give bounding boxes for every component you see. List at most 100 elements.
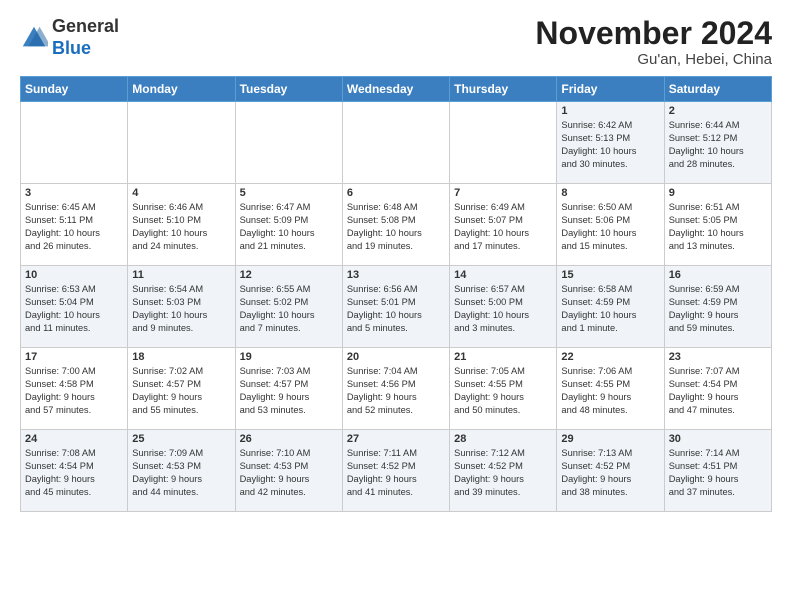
day-number: 6	[347, 187, 445, 199]
day-number: 9	[669, 187, 767, 199]
day-number: 14	[454, 269, 552, 281]
logo-general: General	[52, 16, 119, 36]
table-row: 30Sunrise: 7:14 AM Sunset: 4:51 PM Dayli…	[664, 430, 771, 512]
table-row	[342, 102, 449, 184]
day-number: 13	[347, 269, 445, 281]
col-tuesday: Tuesday	[235, 77, 342, 102]
day-info: Sunrise: 7:06 AM Sunset: 4:55 PM Dayligh…	[561, 365, 659, 417]
day-number: 29	[561, 433, 659, 445]
day-number: 10	[25, 269, 123, 281]
calendar-table: Sunday Monday Tuesday Wednesday Thursday…	[20, 76, 772, 512]
day-number: 15	[561, 269, 659, 281]
day-number: 20	[347, 351, 445, 363]
table-row: 17 Sunrise: 7:00 AM Sunset: 4:58 PM Dayli…	[21, 348, 128, 430]
day-number: 25	[132, 433, 230, 445]
day-info: Sunrise: 6:49 AM Sunset: 5:07 PM Dayligh…	[454, 201, 552, 253]
calendar-week-2: 3Sunrise: 6:45 AM Sunset: 5:11 PM Daylig…	[21, 184, 772, 266]
table-row: 26 Sunrise: 7:10 AM Sunset: 4:53 PM Dayli…	[235, 430, 342, 512]
location: Gu'an, Hebei, China	[535, 51, 772, 68]
calendar-week-4: 17 Sunrise: 7:00 AM Sunset: 4:58 PM Dayli…	[21, 348, 772, 430]
table-row	[235, 102, 342, 184]
table-row: 16Sunrise: 6:59 AM Sunset: 4:59 PM Dayli…	[664, 266, 771, 348]
table-row: 9 Sunrise: 6:51 AM Sunset: 5:05 PM Daylig…	[664, 184, 771, 266]
day-info: Sunrise: 6:46 AM Sunset: 5:10 PM Dayligh…	[132, 201, 230, 253]
day-info: Sunrise: 7:07 AM Sunset: 4:54 PM Dayligh…	[669, 365, 767, 417]
table-row: 15Sunrise: 6:58 AM Sunset: 4:59 PM Dayli…	[557, 266, 664, 348]
day-number: 17	[25, 351, 123, 363]
table-row: 7 Sunrise: 6:49 AM Sunset: 5:07 PM Daylig…	[450, 184, 557, 266]
table-row: 5Sunrise: 6:47 AM Sunset: 5:09 PM Daylig…	[235, 184, 342, 266]
logo-icon	[20, 24, 48, 52]
day-info: Sunrise: 6:44 AM Sunset: 5:12 PM Dayligh…	[669, 119, 767, 171]
table-row: 25 Sunrise: 7:09 AM Sunset: 4:53 PM Dayli…	[128, 430, 235, 512]
table-row: 11 Sunrise: 6:54 AM Sunset: 5:03 PM Dayli…	[128, 266, 235, 348]
col-friday: Friday	[557, 77, 664, 102]
day-number: 23	[669, 351, 767, 363]
day-number: 26	[240, 433, 338, 445]
day-info: Sunrise: 7:03 AM Sunset: 4:57 PM Dayligh…	[240, 365, 338, 417]
day-info: Sunrise: 6:47 AM Sunset: 5:09 PM Dayligh…	[240, 201, 338, 253]
table-row: 1 Sunrise: 6:42 AM Sunset: 5:13 PM Daylig…	[557, 102, 664, 184]
day-number: 11	[132, 269, 230, 281]
day-info: Sunrise: 6:56 AM Sunset: 5:01 PM Dayligh…	[347, 283, 445, 335]
col-wednesday: Wednesday	[342, 77, 449, 102]
day-info: Sunrise: 6:51 AM Sunset: 5:05 PM Dayligh…	[669, 201, 767, 253]
day-info: Sunrise: 6:55 AM Sunset: 5:02 PM Dayligh…	[240, 283, 338, 335]
day-number: 21	[454, 351, 552, 363]
day-number: 16	[669, 269, 767, 281]
day-info: Sunrise: 7:11 AM Sunset: 4:52 PM Dayligh…	[347, 447, 445, 499]
col-sunday: Sunday	[21, 77, 128, 102]
table-row: 18 Sunrise: 7:02 AM Sunset: 4:57 PM Dayli…	[128, 348, 235, 430]
day-info: Sunrise: 6:45 AM Sunset: 5:11 PM Dayligh…	[25, 201, 123, 253]
day-number: 2	[669, 105, 767, 117]
logo-text: General Blue	[52, 16, 119, 59]
table-row: 22 Sunrise: 7:06 AM Sunset: 4:55 PM Dayli…	[557, 348, 664, 430]
day-number: 7	[454, 187, 552, 199]
logo-blue: Blue	[52, 38, 91, 58]
table-row: 10Sunrise: 6:53 AM Sunset: 5:04 PM Dayli…	[21, 266, 128, 348]
day-info: Sunrise: 7:08 AM Sunset: 4:54 PM Dayligh…	[25, 447, 123, 499]
col-monday: Monday	[128, 77, 235, 102]
table-row: 24 Sunrise: 7:08 AM Sunset: 4:54 PM Dayli…	[21, 430, 128, 512]
table-row: 3Sunrise: 6:45 AM Sunset: 5:11 PM Daylig…	[21, 184, 128, 266]
calendar-week-3: 10Sunrise: 6:53 AM Sunset: 5:04 PM Dayli…	[21, 266, 772, 348]
col-thursday: Thursday	[450, 77, 557, 102]
table-row: 14Sunrise: 6:57 AM Sunset: 5:00 PM Dayli…	[450, 266, 557, 348]
table-row	[128, 102, 235, 184]
day-info: Sunrise: 7:12 AM Sunset: 4:52 PM Dayligh…	[454, 447, 552, 499]
day-number: 4	[132, 187, 230, 199]
table-row	[21, 102, 128, 184]
page-header: General Blue November 2024 Gu'an, Hebei,…	[20, 16, 772, 68]
table-row: 27Sunrise: 7:11 AM Sunset: 4:52 PM Dayli…	[342, 430, 449, 512]
day-number: 28	[454, 433, 552, 445]
table-row: 21 Sunrise: 7:05 AM Sunset: 4:55 PM Dayli…	[450, 348, 557, 430]
day-info: Sunrise: 7:10 AM Sunset: 4:53 PM Dayligh…	[240, 447, 338, 499]
day-number: 30	[669, 433, 767, 445]
table-row	[450, 102, 557, 184]
table-row: 19 Sunrise: 7:03 AM Sunset: 4:57 PM Dayli…	[235, 348, 342, 430]
table-row: 29Sunrise: 7:13 AM Sunset: 4:52 PM Dayli…	[557, 430, 664, 512]
logo: General Blue	[20, 16, 119, 59]
calendar-week-5: 24 Sunrise: 7:08 AM Sunset: 4:54 PM Dayli…	[21, 430, 772, 512]
day-info: Sunrise: 6:50 AM Sunset: 5:06 PM Dayligh…	[561, 201, 659, 253]
table-row: 28 Sunrise: 7:12 AM Sunset: 4:52 PM Dayli…	[450, 430, 557, 512]
day-info: Sunrise: 6:42 AM Sunset: 5:13 PM Dayligh…	[561, 119, 659, 171]
day-number: 18	[132, 351, 230, 363]
day-info: Sunrise: 6:54 AM Sunset: 5:03 PM Dayligh…	[132, 283, 230, 335]
table-row: 4 Sunrise: 6:46 AM Sunset: 5:10 PM Daylig…	[128, 184, 235, 266]
day-info: Sunrise: 7:04 AM Sunset: 4:56 PM Dayligh…	[347, 365, 445, 417]
day-number: 19	[240, 351, 338, 363]
day-info: Sunrise: 7:09 AM Sunset: 4:53 PM Dayligh…	[132, 447, 230, 499]
col-saturday: Saturday	[664, 77, 771, 102]
day-info: Sunrise: 7:02 AM Sunset: 4:57 PM Dayligh…	[132, 365, 230, 417]
day-number: 12	[240, 269, 338, 281]
day-info: Sunrise: 7:05 AM Sunset: 4:55 PM Dayligh…	[454, 365, 552, 417]
day-info: Sunrise: 7:00 AM Sunset: 4:58 PM Dayligh…	[25, 365, 123, 417]
day-number: 8	[561, 187, 659, 199]
day-number: 1	[561, 105, 659, 117]
day-info: Sunrise: 6:48 AM Sunset: 5:08 PM Dayligh…	[347, 201, 445, 253]
day-number: 22	[561, 351, 659, 363]
day-number: 24	[25, 433, 123, 445]
calendar-header-row: Sunday Monday Tuesday Wednesday Thursday…	[21, 77, 772, 102]
calendar-week-1: 1 Sunrise: 6:42 AM Sunset: 5:13 PM Daylig…	[21, 102, 772, 184]
